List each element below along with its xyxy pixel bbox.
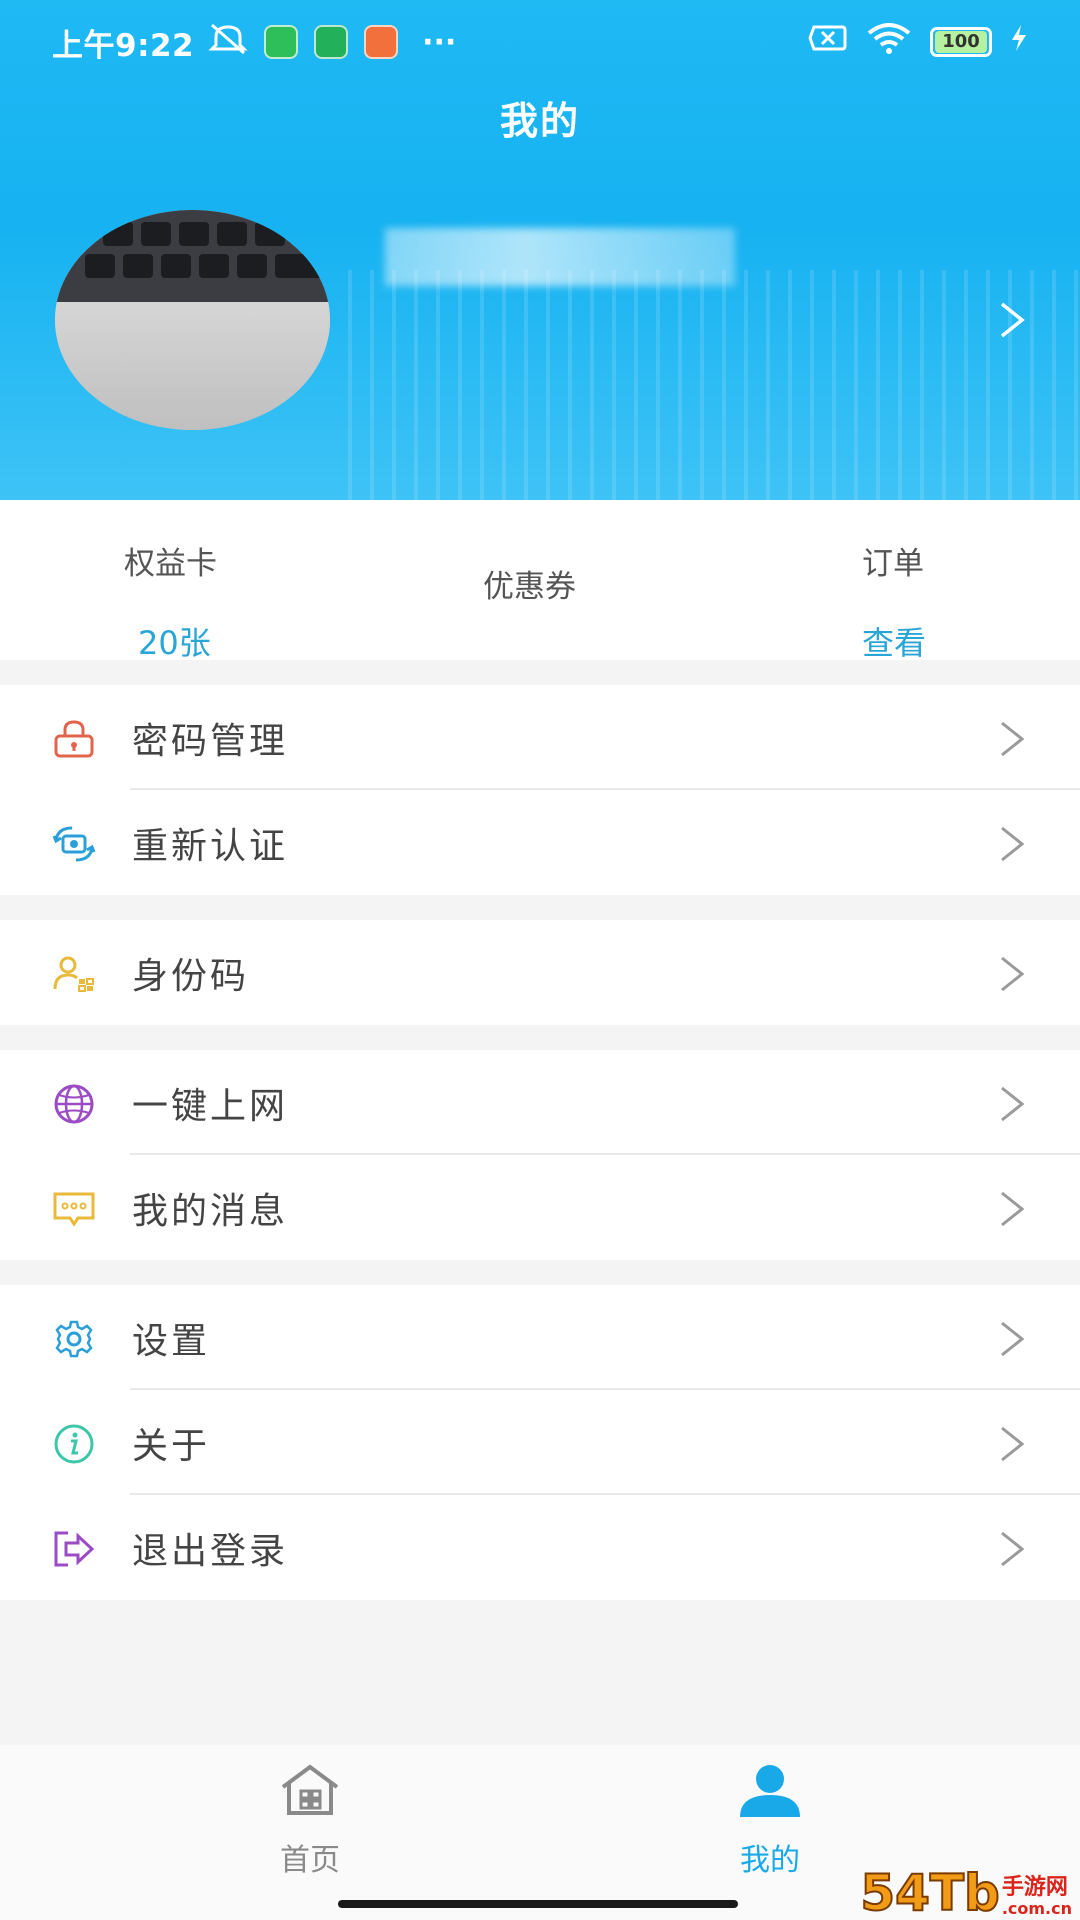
page-title: 我的 <box>499 99 580 143</box>
order-view-link: 查看 <box>862 624 927 662</box>
sim-off-icon <box>808 23 848 61</box>
chevron-right-icon <box>998 1529 1026 1569</box>
menu-item-label: 身份码 <box>132 955 250 997</box>
id-code-icon <box>52 954 96 994</box>
charging-icon <box>1010 24 1028 60</box>
logout-icon <box>52 1529 96 1569</box>
menu-item-my-messages[interactable]: 我的消息 <box>0 1155 1080 1260</box>
profile-chevron-right-icon[interactable] <box>994 300 1030 340</box>
mute-alarm-icon <box>208 21 248 63</box>
menu-group-security: 密码管理 重新认证 <box>0 685 1080 895</box>
chevron-right-icon <box>998 1424 1026 1464</box>
chevron-right-icon <box>998 954 1026 994</box>
menu-item-reauthenticate[interactable]: 重新认证 <box>0 790 1080 895</box>
chevron-right-icon <box>998 1084 1026 1124</box>
order-label: 订单 <box>862 546 924 582</box>
lock-icon <box>52 719 96 759</box>
menu-group-network: 一键上网 我的消息 <box>0 1050 1080 1260</box>
menu-item-logout[interactable]: 退出登录 <box>0 1495 1080 1600</box>
info-icon <box>52 1424 96 1464</box>
benefit-card-label: 权益卡 <box>124 546 217 582</box>
battery-icon: 100 <box>930 27 992 57</box>
watermark-small-bottom: .com.cn <box>1001 1899 1072 1918</box>
order-stat[interactable]: 订单 查看 <box>850 520 970 662</box>
status-time: 上午9:22 <box>52 27 195 64</box>
watermark-big: 54Tb <box>859 1864 1000 1920</box>
message-icon <box>52 1189 96 1229</box>
tab-home-label: 首页 <box>280 1843 340 1878</box>
home-indicator[interactable] <box>338 1900 738 1908</box>
chevron-right-icon <box>998 1319 1026 1359</box>
site-watermark-logo: 54Tb 手游网 .com.cn <box>859 1864 1072 1920</box>
menu-item-password-management[interactable]: 密码管理 <box>0 685 1080 790</box>
coupon-link[interactable]: 优惠券 <box>483 561 576 606</box>
gear-icon <box>52 1319 96 1359</box>
profile-header: 上午9:22 ··· 100 我的 <box>0 0 1080 500</box>
user-icon <box>737 1763 803 1823</box>
menu-item-identity-code[interactable]: 身份码 <box>0 920 1080 1025</box>
menu-item-settings[interactable]: 设置 <box>0 1285 1080 1390</box>
home-icon <box>279 1763 341 1821</box>
benefit-card-stat[interactable]: 权益卡 20张 <box>100 520 260 662</box>
wifi-icon <box>866 21 912 63</box>
menu-group-system: 设置 关于 退出登录 <box>0 1285 1080 1600</box>
stats-panel: 权益卡 20张 优惠券 订单 查看 <box>0 500 1080 662</box>
app-badge-orange-icon <box>364 25 399 59</box>
username-blurred <box>385 228 735 286</box>
header-background-pattern <box>330 270 1080 500</box>
tab-home[interactable]: 首页 <box>40 1745 580 1920</box>
globe-icon <box>52 1084 96 1124</box>
watermark-small-top: 手游网 <box>1001 1875 1068 1900</box>
menu-item-label: 退出登录 <box>132 1530 289 1572</box>
reauth-camera-icon <box>52 824 96 864</box>
status-bar: 上午9:22 ··· 100 <box>0 0 1080 84</box>
menu-item-label: 密码管理 <box>132 720 289 762</box>
menu-item-about[interactable]: 关于 <box>0 1390 1080 1495</box>
menu-item-one-click-internet[interactable]: 一键上网 <box>0 1050 1080 1155</box>
menu-item-label: 关于 <box>132 1425 211 1467</box>
avatar[interactable] <box>55 210 330 430</box>
menu-item-label: 设置 <box>132 1320 211 1362</box>
app-badge-green-icon <box>264 25 299 59</box>
chevron-right-icon <box>998 719 1026 759</box>
more-notifications-icon: ··· <box>422 24 457 60</box>
menu-item-label: 一键上网 <box>132 1085 289 1127</box>
menu-item-label: 重新认证 <box>132 825 289 867</box>
menu-item-label: 我的消息 <box>132 1190 289 1232</box>
menu-group-identity: 身份码 <box>0 920 1080 1025</box>
chevron-right-icon <box>998 1189 1026 1229</box>
benefit-card-value: 20张 <box>138 624 211 662</box>
app-badge-shield-icon <box>314 25 349 59</box>
chevron-right-icon <box>998 824 1026 864</box>
